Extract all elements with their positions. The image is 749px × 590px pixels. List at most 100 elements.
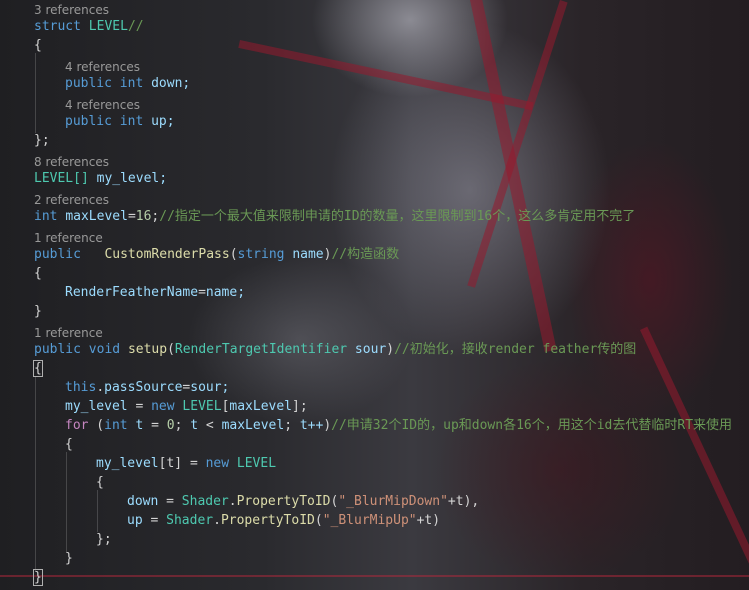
brace: } [65,551,73,566]
brace: }; [96,532,112,547]
type-name: Shader [166,513,214,528]
field-name: down; [151,76,191,91]
operator: = [198,285,206,300]
keyword: public [65,76,112,91]
brace: } [34,304,42,319]
paren: ) [323,418,332,433]
code-line: { [0,264,42,283]
code-line: int maxLevel=16;//指定一个最大值来限制申请的ID的数量，这里限… [0,207,635,226]
code-line: }; [0,131,50,150]
index: [t] [158,456,183,471]
field-name: maxLevel [65,209,128,224]
code-line: public int down; [0,74,190,93]
variable: t [190,418,199,433]
keyword: void [88,342,121,357]
operator: = [189,456,198,471]
type-name: LEVEL [88,19,128,34]
parameter: sour; [190,380,230,395]
dot: . [228,494,237,509]
codelens-references[interactable]: 8 references [34,154,109,170]
keyword: this [65,380,97,395]
codelens-references[interactable]: 4 references [65,59,140,75]
keyword: public [65,114,112,129]
operator: = [151,418,159,433]
comment: //初始化，接收render feather传的图 [394,342,637,357]
field-name: passSource [104,380,183,395]
brace: }; [34,133,50,148]
code-line: } [0,302,42,321]
code-line: }; [0,530,112,549]
code-line: my_level[t] = new LEVEL [0,454,276,473]
expression-tail: +t) [416,513,441,528]
string-literal: "_BlurMipDown" [338,494,448,509]
code-line: for (int t = 0; t < maxLevel; t++)//申请32… [0,416,732,435]
field-name: maxLevel [229,399,293,414]
function-name: setup [127,342,168,357]
keyword: public [34,342,81,357]
codelens-references[interactable]: 2 references [34,192,109,208]
codelens-references[interactable]: 3 references [34,2,109,18]
keyword: int [104,418,128,433]
keyword: struct [34,19,81,34]
type-name: RenderTargetIdentifier [174,342,348,357]
operator: = [127,209,136,224]
code-line: RenderFeatherName=name; [0,283,245,302]
string-literal: "_BlurMipUp" [322,513,417,528]
codelens-references[interactable]: 1 reference [34,325,103,341]
code-line: public void setup(RenderTargetIdentifier… [0,340,636,359]
field-name: my_level; [96,171,168,186]
field-name: maxLevel [221,418,285,433]
type-name: LEVEL[] [34,171,89,186]
matched-brace: } [33,569,43,586]
expression-tail: +t), [447,494,480,509]
type-name: LEVEL [236,456,277,471]
field-name: my_level [96,456,159,471]
codelens-references[interactable]: 1 reference [34,230,103,246]
code-line: public CustomRenderPass(string name)//构造… [0,245,399,264]
code-line: LEVEL[] my_level; [0,169,167,188]
code-line: down = Shader.PropertyToID("_BlurMipDown… [0,492,479,511]
type-name: Shader [181,494,229,509]
keyword: int [119,114,144,129]
matched-brace: { [33,360,43,377]
paren: ( [314,513,323,528]
operator: = [166,494,174,509]
number-literal: 0 [166,418,175,433]
parameter: name [292,247,324,262]
keyword: string [237,247,285,262]
parameter: name; [205,285,246,300]
brace: { [65,437,73,452]
semicolon: ; [284,418,293,433]
keyword: int [119,76,144,91]
code-line: { [0,435,73,454]
function-name: CustomRenderPass [104,247,230,262]
function-name: PropertyToID [220,513,315,528]
operator: < [205,418,214,433]
paren: ) [386,342,395,357]
field-name: my_level [65,399,128,414]
variable: t++ [299,418,324,433]
code-line: { [0,359,43,378]
code-line: { [0,36,42,55]
paren: ( [88,418,105,433]
comment: // [127,19,144,34]
codelens-references[interactable]: 4 references [65,97,140,113]
bracket: ]; [292,399,308,414]
code-line: } [0,549,73,568]
background-art [640,326,749,566]
function-name: PropertyToID [236,494,331,509]
keyword: public [34,247,81,262]
keyword: new [151,399,175,414]
paren: ( [167,342,175,357]
parameter: sour [354,342,387,357]
brace: { [96,475,104,490]
code-line: up = Shader.PropertyToID("_BlurMipUp"+t) [0,511,440,530]
type-name: LEVEL [182,399,222,414]
control-keyword: for [65,418,89,433]
number-literal: 16 [135,209,152,224]
code-editor[interactable]: 3 references struct LEVEL// { 4 referenc… [0,0,749,590]
brace: { [34,266,42,281]
code-line: public int up; [0,112,175,131]
comment: //指定一个最大值来限制申请的ID的数量，这里限制到16个，这么多肯定用不完了 [159,209,636,224]
comment: //构造函数 [331,247,400,262]
